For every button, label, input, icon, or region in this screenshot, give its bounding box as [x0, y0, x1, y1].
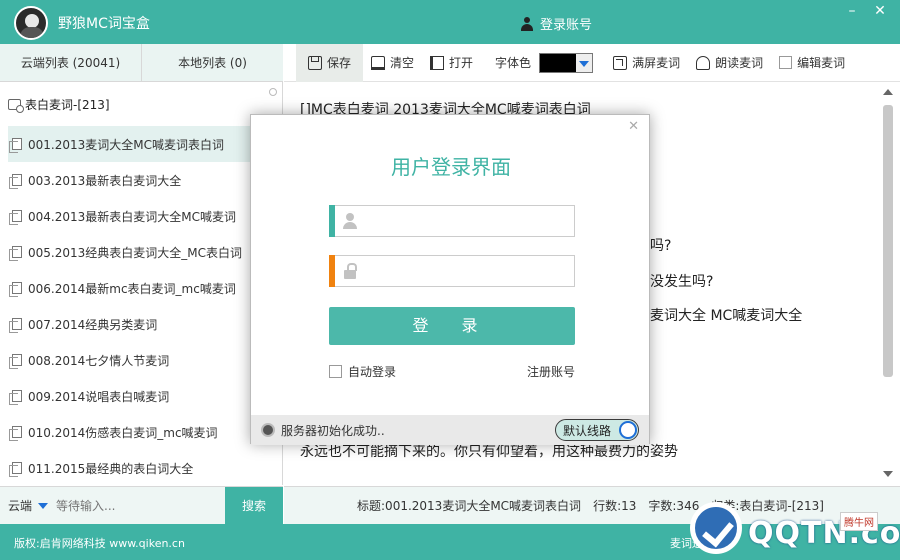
document-icon: [9, 390, 22, 405]
editor-line: 没发生吗?: [650, 274, 714, 290]
editor-line: 永远也不可能摘下来的。你只有仰望着，用这种最费力的姿势: [300, 444, 678, 460]
server-status: 服务器初始化成功..: [281, 423, 385, 438]
book-icon: [430, 55, 445, 70]
read-aloud-button[interactable]: 朗读麦词: [688, 44, 771, 82]
document-icon: [9, 462, 22, 477]
list-item[interactable]: 008.2014七夕情人节麦词: [8, 342, 266, 378]
username-input[interactable]: [365, 207, 574, 235]
search-button[interactable]: 搜索: [225, 487, 283, 525]
scroll-up-icon[interactable]: [883, 89, 893, 95]
tree-root-label: 表白麦词-[213]: [25, 98, 110, 112]
document-icon: [9, 354, 22, 369]
save-button[interactable]: 保存: [296, 43, 364, 82]
color-swatch: [540, 53, 577, 72]
edit-toggle[interactable]: 编辑麦词: [771, 44, 853, 82]
login-button[interactable]: 登 录: [329, 307, 575, 345]
document-icon: [9, 138, 22, 153]
app-logo-icon: [14, 6, 48, 40]
login-account-label: 登录账号: [540, 18, 593, 33]
chevron-down-icon: [576, 53, 593, 72]
lock-icon: [341, 261, 361, 281]
fullscreen-icon: [613, 55, 628, 70]
font-color-select[interactable]: [539, 52, 594, 73]
login-account-link[interactable]: 登录账号: [520, 14, 592, 33]
list-item[interactable]: 007.2014经典另类麦词: [8, 306, 266, 342]
scroll-down-icon[interactable]: [883, 471, 893, 477]
list-item[interactable]: 010.2014伤感表白麦词_mc喊麦词: [8, 414, 266, 450]
document-icon: [9, 318, 22, 333]
editor-toolbar: 保存 清空 打开 字体色 满屏麦词 朗读麦词 编辑麦词: [284, 43, 900, 82]
tree-root[interactable]: 表白麦词-[213]: [8, 96, 110, 113]
search-input[interactable]: [56, 498, 207, 513]
password-field[interactable]: [329, 255, 575, 287]
list-tabs: 云端列表 (20041) 本地列表 (0): [0, 44, 283, 82]
user-icon: [341, 211, 361, 231]
line-toggle-label: 默认线路: [563, 423, 612, 438]
editor-scrollbar[interactable]: [880, 83, 896, 483]
search-bar: 云端 搜索: [0, 486, 283, 525]
dialog-close-icon[interactable]: ✕: [628, 119, 639, 134]
editor-line: 麦词大全 MC喊麦词大全: [650, 308, 803, 324]
title-bar: 野狼MC词宝盒 登录账号 – ✕: [0, 0, 900, 44]
close-button[interactable]: ✕: [866, 0, 894, 22]
username-field[interactable]: [329, 205, 575, 237]
lyrics-list: 001.2013麦词大全MC喊麦词表白词 003.2013最新表白麦词大全 00…: [8, 126, 266, 486]
tab-cloud-list[interactable]: 云端列表 (20041): [0, 44, 141, 81]
document-icon: [9, 210, 22, 225]
toggle-knob: [619, 421, 637, 439]
clear-icon: [371, 55, 386, 70]
editor-line: 吗?: [650, 238, 672, 254]
list-item[interactable]: 004.2013最新表白麦词大全MC喊麦词: [8, 198, 266, 234]
auto-login-option[interactable]: 自动登录: [329, 363, 396, 380]
auto-login-label: 自动登录: [348, 365, 397, 379]
clear-button[interactable]: 清空: [363, 44, 422, 82]
list-item[interactable]: 001.2013麦词大全MC喊麦词表白词: [8, 126, 266, 162]
chevron-down-icon: [38, 502, 49, 509]
list-item[interactable]: 009.2014说唱表白喊麦词: [8, 378, 266, 414]
tab-local-list[interactable]: 本地列表 (0): [141, 44, 283, 81]
list-item[interactable]: 005.2013经典表白麦词大全_MC表白词: [8, 234, 266, 270]
document-icon: [9, 282, 22, 297]
document-icon: [9, 174, 22, 189]
username-accent-bar: [329, 205, 335, 237]
document-icon: [9, 426, 22, 441]
edit-checkbox[interactable]: [779, 56, 793, 69]
copyright-text: 版权:启肯网络科技 www.qiken.cn: [14, 537, 185, 550]
save-icon: [308, 55, 322, 70]
list-item[interactable]: 003.2013最新表白麦词大全: [8, 162, 266, 198]
folder-icon: [8, 99, 24, 113]
password-accent-bar: [329, 255, 335, 287]
user-icon: [520, 16, 534, 31]
info-title: 标题:001.2013麦词大全MC喊麦词表白词: [357, 499, 582, 513]
speaker-icon: [696, 55, 711, 70]
login-dialog: ✕ 用户登录界面 登 录 自动登录 注册账号 服务器初始化成功.. 默认线路: [250, 114, 650, 445]
list-item[interactable]: 011.2015最经典的表白词大全: [8, 450, 266, 486]
server-icon: [261, 423, 275, 437]
fullscreen-button[interactable]: 满屏麦词: [605, 44, 688, 82]
list-item[interactable]: 006.2014最新mc表白麦词_mc喊麦词: [8, 270, 266, 306]
scroll-thumb[interactable]: [883, 105, 893, 377]
search-scope-dropdown[interactable]: 云端: [0, 497, 56, 514]
document-icon: [9, 246, 22, 261]
watermark: QQTN.com 腾牛网: [690, 500, 900, 560]
open-button[interactable]: 打开: [422, 44, 481, 82]
password-input[interactable]: [365, 257, 574, 285]
dialog-title: 用户登录界面: [391, 155, 511, 179]
watermark-logo-icon: [690, 502, 742, 554]
font-color-label: 字体色: [495, 56, 532, 70]
watermark-badge: 腾牛网: [840, 512, 878, 531]
left-panel: 云端列表 (20041) 本地列表 (0) 表白麦词-[213] 001.201…: [0, 44, 283, 485]
minimize-button[interactable]: –: [838, 0, 866, 22]
auto-login-checkbox[interactable]: [329, 365, 342, 378]
info-lines: 行数:13: [593, 499, 637, 513]
line-toggle[interactable]: 默认线路: [555, 419, 639, 441]
register-link[interactable]: 注册账号: [527, 363, 575, 380]
app-title: 野狼MC词宝盒: [58, 16, 150, 32]
dialog-status-bar: 服务器初始化成功.. 默认线路: [251, 415, 649, 445]
